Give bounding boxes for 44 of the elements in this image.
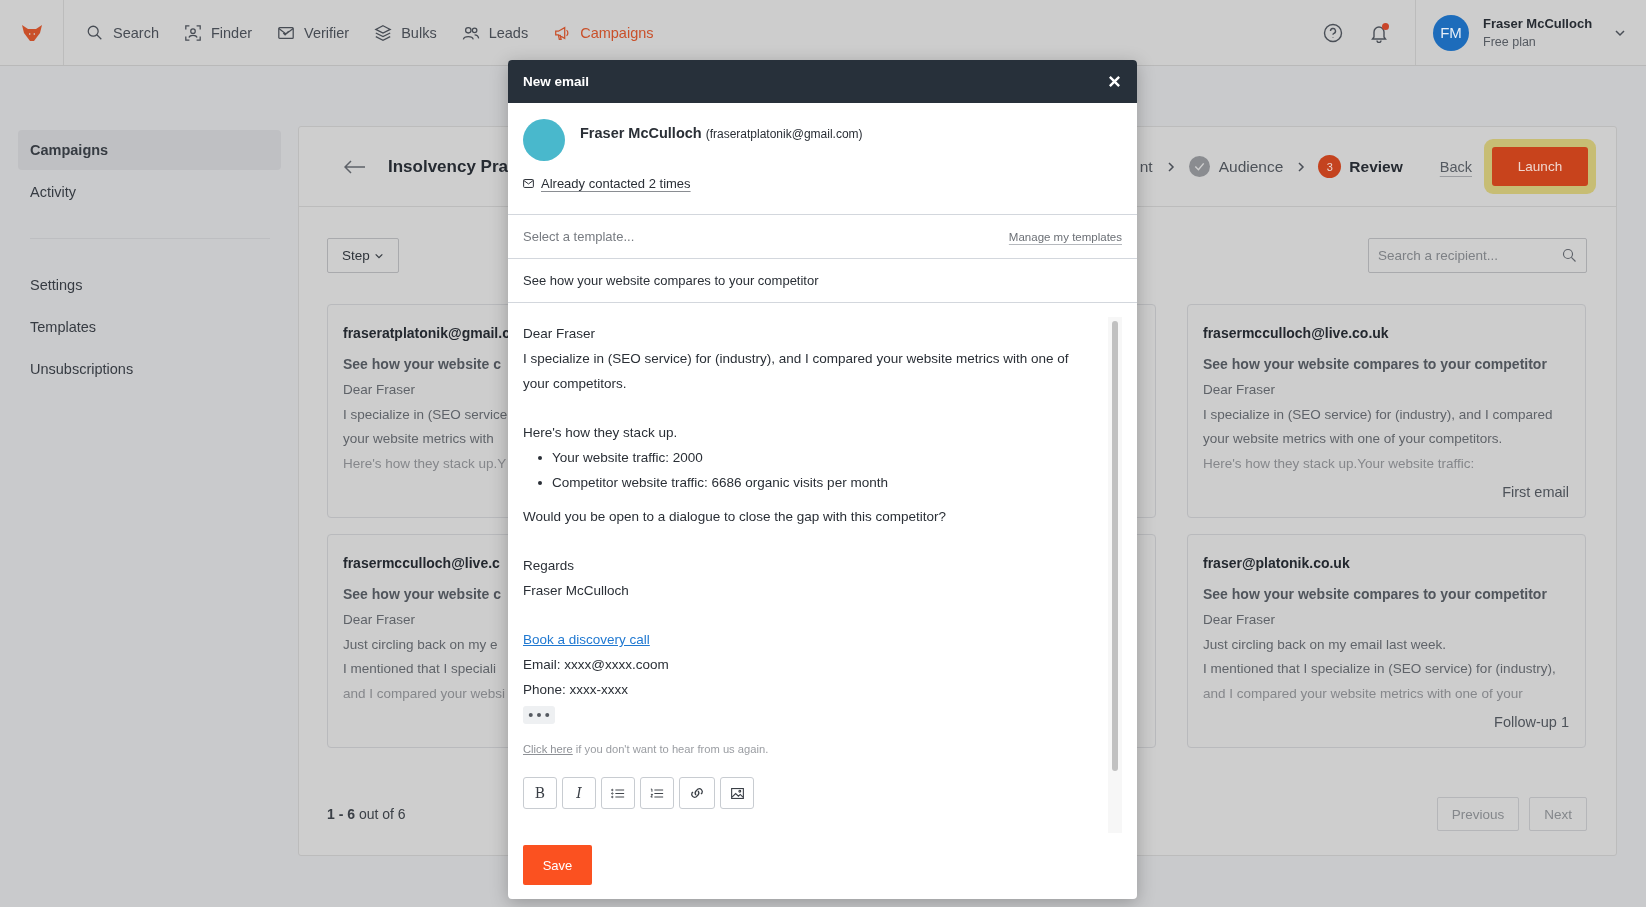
email-text: Email: xxxx@xxxx.coom — [523, 656, 670, 674]
email-subject: See how your website c — [343, 585, 501, 604]
user-avatar: FM — [1433, 14, 1469, 51]
bullet-item: Competitor website traffic: 6686 organic visits per month — [552, 474, 888, 492]
preview-line: Just circling back on my email last week. — [1203, 635, 1447, 654]
email-text: Regards — [523, 557, 576, 575]
recipient-email: fraser@platonik.co.uk — [1203, 554, 1350, 573]
user-plan: Free plan — [1483, 35, 1537, 49]
preview-line: I specialize in (SEO service) for (industry), and I compared — [1203, 405, 1553, 424]
preview-line: I mentioned that I specialize in (SEO service) for (industry), — [1203, 660, 1556, 678]
preview-line: Dear Fraser — [343, 611, 415, 629]
user-name: Fraser McCulloch — [1483, 16, 1594, 31]
preview-line: I mentioned that I speciali — [343, 660, 497, 678]
email-subject: See how your website compares to your competitor — [1203, 355, 1547, 374]
preview-line: Just circling back on my e — [343, 635, 498, 654]
recipient-email: fraseratplatonik@gmail.c — [343, 324, 510, 343]
preview-line: Dear Fraser — [343, 381, 415, 399]
email-subject: See how your website compares to your competitor — [1203, 585, 1547, 604]
recipient-email: frasermcculloch@live.co.uk — [1203, 324, 1389, 343]
campaign-title: Insolvency Pra — [388, 156, 508, 177]
email-text: Fraser McCulloch — [523, 582, 630, 600]
preview-line: your website metrics with one of your competitors. — [1203, 430, 1503, 448]
email-text: Dear Fraser — [523, 325, 596, 343]
unsubscribe-note: Click here if you don't want to hear from us again. — [523, 743, 770, 755]
email-text: Would you be open to a dialogue to close the gap with this competitor? — [523, 508, 948, 526]
preview-line: Dear Fraser — [1203, 381, 1275, 399]
preview-line: your website metrics with — [343, 430, 494, 448]
email-text: Phone: xxxx-xxxx — [523, 681, 630, 699]
preview-line: Here's how they stack up.Y — [343, 454, 507, 473]
email-subject: See how your website c — [343, 355, 501, 374]
sequence-step-label: First email — [1502, 484, 1569, 500]
results-count: 1 - 6 out of 6 — [327, 806, 406, 822]
preview-line: I specialize in (SEO service — [343, 405, 508, 424]
email-text: Here's how they stack up. — [523, 424, 679, 442]
dialog-title: New email — [523, 74, 590, 89]
recipient-email: frasermcculloch@live.c — [343, 554, 500, 573]
step-number-badge: 3 — [1319, 156, 1341, 177]
sequence-step-label: Follow-up 1 — [1494, 714, 1569, 730]
preview-line: Here's how they stack up.Your website traffic: — [1203, 454, 1475, 473]
recipient-email: (fraseratplatonik@gmail.com) — [705, 127, 863, 141]
bullet-item: Your website traffic: 2000 — [552, 449, 703, 467]
recipient-name: Fraser McCulloch — [580, 125, 702, 141]
email-text: I specialize in (SEO service) for (industry), and I compared your website metrics with one of your competitors. — [523, 350, 1070, 393]
preview-line: Dear Fraser — [1203, 611, 1275, 629]
